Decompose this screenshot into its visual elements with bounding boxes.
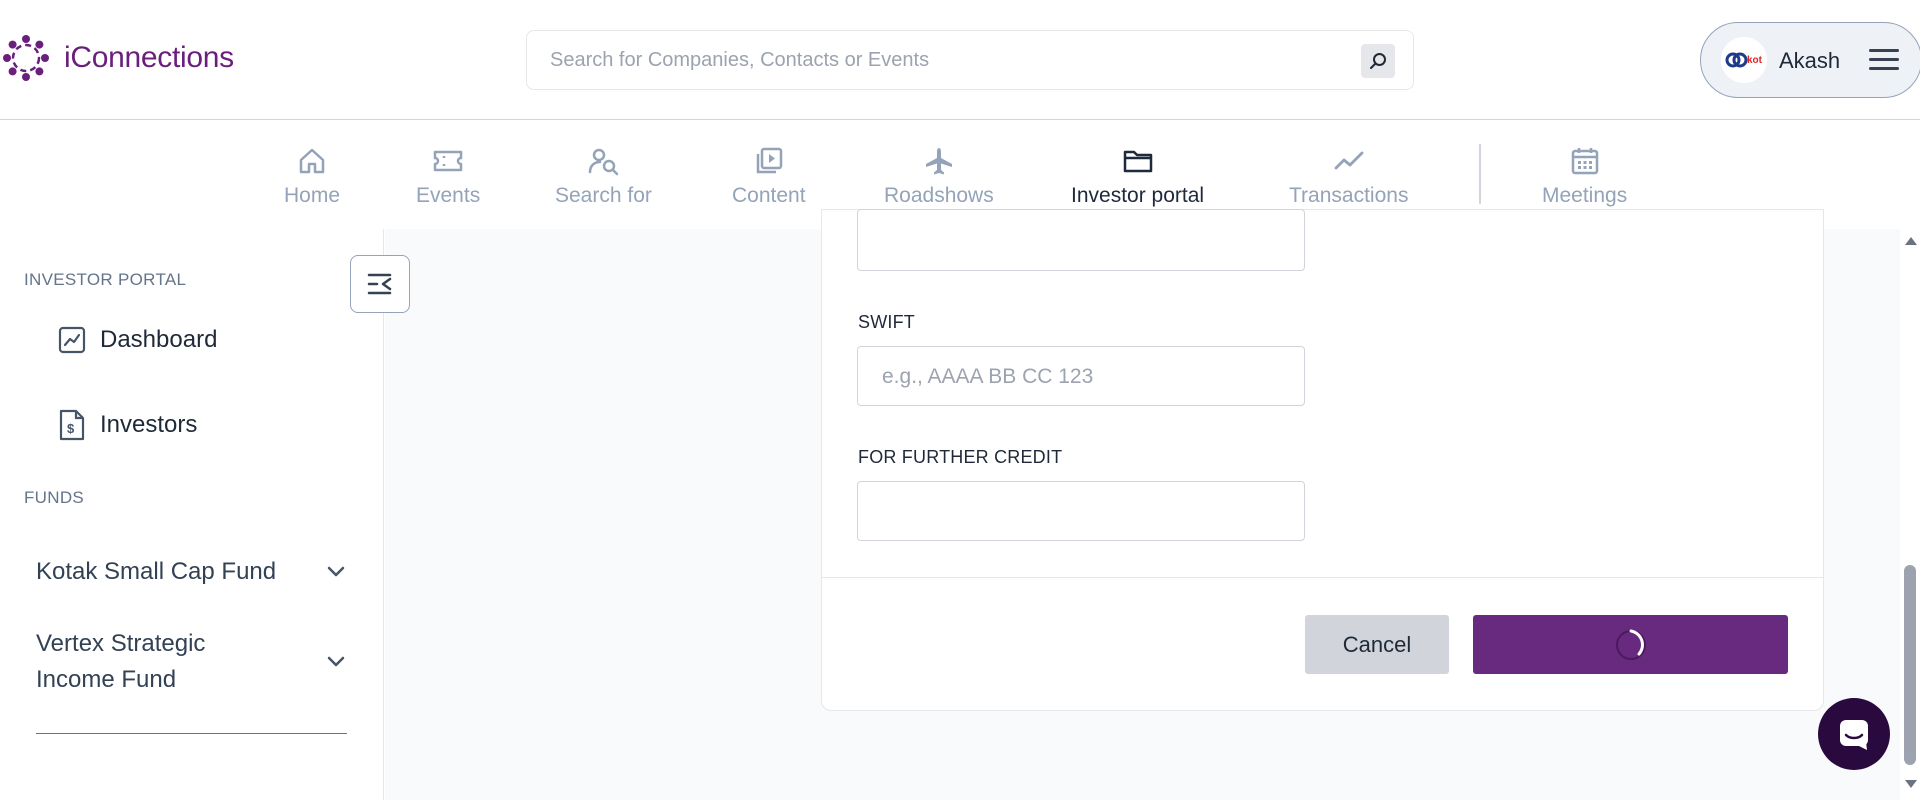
nav-investor-portal[interactable]: Investor portal [1071, 144, 1204, 208]
trend-line-icon [1334, 151, 1364, 170]
vertical-scrollbar[interactable] [1900, 229, 1920, 800]
sidebar-item-label: Dashboard [100, 326, 218, 353]
swift-placeholder: e.g., AAAA BB CC 123 [882, 365, 1094, 388]
nav-label: Roadshows [884, 184, 994, 207]
nav-label: Content [732, 184, 806, 207]
sidebar-item-label: Investors [100, 411, 198, 438]
main-content: SWIFT e.g., AAAA BB CC 123 FOR FURTHER C… [385, 209, 1900, 800]
nav-events[interactable]: Events [416, 144, 480, 208]
chart-icon [58, 326, 86, 354]
sidebar-item-dashboard[interactable]: Dashboard [58, 326, 217, 354]
nav-label: Home [284, 184, 341, 207]
folder-icon [1123, 150, 1152, 173]
cancel-button[interactable]: Cancel [1305, 615, 1449, 674]
search-input[interactable]: Search for Companies, Contacts or Events [550, 49, 929, 72]
previous-field-input[interactable] [857, 209, 1305, 271]
loading-spinner-icon [1615, 629, 1646, 660]
scroll-up-icon[interactable] [1905, 237, 1917, 245]
sidebar-fund-kotak[interactable]: Kotak Small Cap Fund [36, 554, 346, 590]
sidebar: INVESTOR PORTAL Dashboard $ Investors FU… [0, 229, 410, 800]
avatar-text: kot [1747, 55, 1763, 66]
chat-button[interactable] [1818, 698, 1890, 770]
nav-home[interactable]: Home [284, 144, 340, 208]
brand-name: iConnections [64, 41, 234, 74]
dollar-document-icon: $ [59, 409, 85, 441]
nav-roadshows[interactable]: Roadshows [884, 144, 994, 208]
swift-input[interactable]: e.g., AAAA BB CC 123 [857, 346, 1305, 406]
nav-label: Investor portal [1071, 184, 1205, 207]
chevron-down-icon[interactable] [326, 656, 346, 668]
collapse-sidebar-icon [367, 273, 392, 295]
ticket-icon [433, 150, 463, 172]
fund-label: Kotak Small Cap Fund [36, 558, 277, 585]
fund-label: Vertex Strategic Income Fund [36, 630, 206, 693]
chat-icon [1840, 720, 1868, 750]
top-bar: iConnections Search for Companies, Conta… [0, 0, 1920, 120]
further-credit-input[interactable] [857, 481, 1305, 541]
collapse-sidebar-button[interactable] [350, 255, 410, 313]
search-icon [1370, 53, 1386, 69]
nav-content[interactable]: Content [732, 144, 806, 208]
nav-divider [1479, 144, 1481, 204]
nav-label: Search for [555, 184, 652, 207]
swift-label: SWIFT [858, 312, 915, 332]
global-search[interactable]: Search for Companies, Contacts or Events [526, 30, 1414, 90]
chevron-down-icon[interactable] [326, 566, 346, 578]
form-footer-divider [821, 577, 1824, 578]
submit-button[interactable] [1473, 615, 1788, 674]
sidebar-section-title: FUNDS [24, 488, 85, 507]
nav-label: Events [416, 184, 481, 207]
company-logo-icon: kot [1721, 37, 1767, 83]
nav-label: Transactions [1289, 184, 1409, 207]
further-credit-label: FOR FURTHER CREDIT [858, 447, 1063, 467]
calendar-icon [1571, 148, 1598, 175]
scrollbar-thumb[interactable] [1904, 565, 1916, 765]
sidebar-section-title: INVESTOR PORTAL [24, 270, 187, 289]
brand-logo[interactable]: iConnections [0, 32, 234, 84]
sidebar-item-investors[interactable]: $ Investors [58, 409, 197, 441]
avatar: kot [1721, 37, 1767, 83]
sidebar-divider [36, 733, 347, 734]
scroll-down-icon[interactable] [1905, 780, 1917, 788]
airplane-icon [925, 148, 952, 175]
user-menu[interactable]: kot Akash [1700, 22, 1920, 98]
nav-meetings[interactable]: Meetings [1542, 144, 1627, 208]
video-library-icon [756, 147, 783, 174]
nav-search-for[interactable]: Search for [555, 144, 652, 208]
nav-transactions[interactable]: Transactions [1289, 144, 1408, 208]
cancel-button-label: Cancel [1342, 631, 1412, 657]
user-search-icon [589, 148, 619, 176]
sidebar-fund-vertex[interactable]: Vertex Strategic Income Fund [36, 626, 346, 698]
brand-logo-icon [3, 35, 49, 81]
search-button[interactable] [1361, 44, 1395, 78]
nav-label: Meetings [1542, 184, 1628, 207]
home-icon [299, 148, 325, 174]
user-name: Akash [1779, 48, 1841, 73]
hamburger-menu-icon[interactable] [1869, 49, 1899, 71]
svg-text:$: $ [67, 421, 75, 436]
